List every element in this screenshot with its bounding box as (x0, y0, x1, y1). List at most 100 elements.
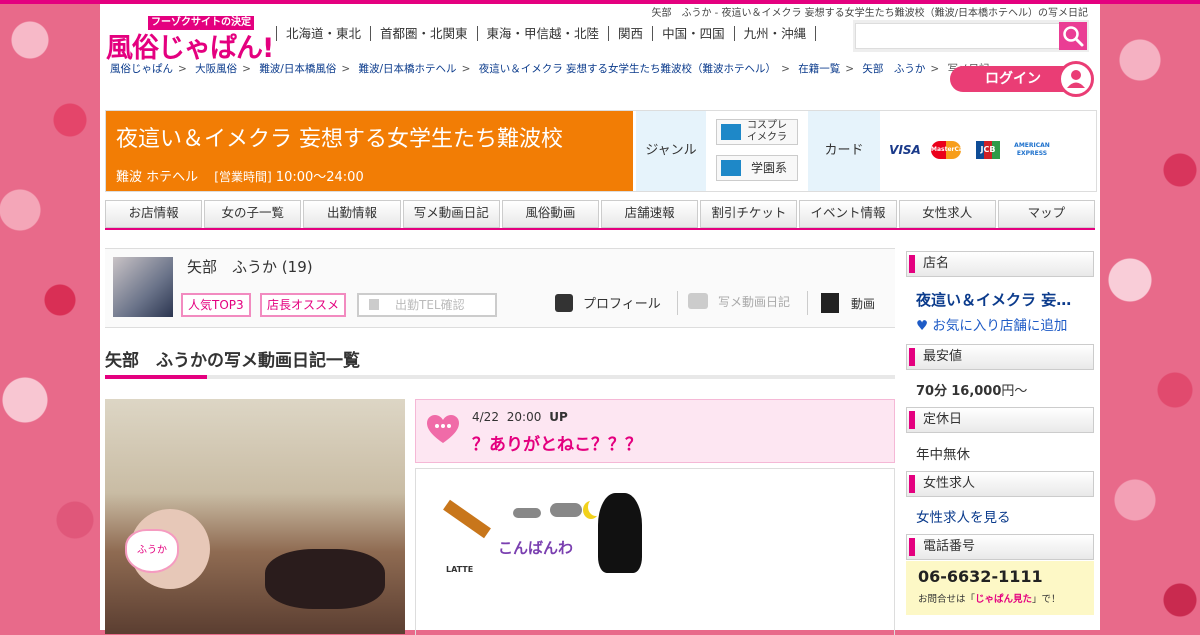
badge-manager-pick: 店長オススメ (260, 293, 347, 317)
shop-meta: 難波 ホテヘル [営業時間] 10:00～24:00 (116, 166, 364, 185)
search-icon (1063, 26, 1084, 47)
logo-text: 風俗じゃぱん! (106, 33, 274, 64)
sidebar-heading-recruit: 女性求人 (906, 471, 1094, 497)
badge-top3: 人気TOP3 (181, 293, 251, 317)
photo-dark-area (265, 549, 385, 609)
card-heading: カード (808, 111, 880, 191)
search-box (853, 20, 1089, 52)
calendar-icon (369, 299, 379, 310)
girl-name: 矢部 ふうか (187, 258, 278, 276)
section-title-underline (105, 375, 895, 379)
diary-date: 4/22 (472, 410, 499, 424)
broom-icon (443, 499, 491, 539)
cloud-icon (550, 503, 582, 517)
jcb-logo: JCB (976, 141, 1000, 159)
tab-news[interactable]: 店舗速報 (601, 200, 699, 228)
diary-time: 20:00 (506, 410, 542, 424)
recruit-link[interactable]: 女性求人を見る (916, 506, 1011, 526)
camera-icon (688, 293, 708, 309)
genre-cosplay[interactable]: コスプレ イメクラ (716, 119, 798, 145)
tab-videos[interactable]: 風俗動画 (501, 200, 600, 228)
tab-recruit[interactable]: 女性求人 (898, 200, 996, 228)
breadcrumb: 風俗じゃぱん > 大阪風俗 > 難波/日本橋風俗 > 難波/日本橋ホテヘル > 夜這い＆… (110, 61, 990, 76)
region-link-kyushu[interactable]: 九州・沖縄 (733, 26, 817, 41)
tab-schedule[interactable]: 出勤情報 (303, 200, 401, 228)
tel-box: 06-6632-1111 お問合せは「じゃぱん見た」で！ (906, 561, 1094, 615)
heart-chat-icon (427, 415, 459, 443)
tab-diary[interactable]: 写メ動画日記 (402, 200, 500, 228)
region-nav: 北海道・東北 首都圏・北関東 東海・甲信越・北陸 関西 中国・四国 九州・沖縄 (276, 26, 817, 41)
girl-avatar[interactable] (113, 257, 173, 317)
black-cat-icon (598, 493, 642, 573)
region-link-chugoku[interactable]: 中国・四国 (652, 26, 734, 41)
shop-header: 夜這い＆イメクラ 妄想する女学生たち難波校 難波 ホテヘル [営業時間] 10:… (106, 111, 633, 191)
film-icon (821, 293, 839, 313)
tel-note: お問合せは「じゃぱん見た」で！ (918, 594, 1061, 605)
shop-name: 夜這い＆イメクラ 妄想する女学生たち難波校 (116, 127, 563, 152)
search-input[interactable] (855, 23, 1067, 49)
sidebar-heading-tel: 電話番号 (906, 534, 1094, 560)
region-link-kansai[interactable]: 関西 (608, 26, 652, 41)
region-link-hokkaido[interactable]: 北海道・東北 (276, 26, 370, 41)
breadcrumb-item[interactable]: 風俗じゃぱん (110, 63, 173, 75)
breadcrumb-item[interactable]: 在籍一覧 (798, 63, 840, 75)
cloud-icon (513, 508, 541, 518)
breadcrumb-item[interactable]: 矢部 ふうか (862, 63, 925, 75)
girl-age: (19) (281, 258, 313, 276)
diary-link[interactable]: 写メ動画日記 (688, 293, 790, 310)
tab-events[interactable]: イベント情報 (799, 200, 897, 228)
sidebar-heading-price: 最安値 (906, 344, 1094, 370)
tab-shop-info[interactable]: お店情報 (105, 200, 203, 228)
sticker-signature: LATTE (446, 565, 474, 574)
breadcrumb-item[interactable]: 難波/日本橋ホテヘル (359, 63, 457, 75)
breadcrumb-item[interactable]: 大阪風俗 (195, 63, 237, 75)
sidebar-holiday: 年中無休 (916, 447, 970, 463)
diary-header: 4/22 20:00 UP ？ありがとねこ？？？ (415, 399, 895, 463)
breadcrumb-item[interactable]: 難波/日本橋風俗 (259, 63, 336, 75)
genre-heading: ジャンル (636, 111, 706, 191)
search-button[interactable] (1059, 22, 1087, 50)
add-favorite-link[interactable]: ♥ お気に入り店舗に追加 (916, 314, 1067, 334)
login-button[interactable]: ログイン (950, 61, 1094, 97)
sidebar-shop-name[interactable]: 夜這い＆イメクラ 妄… (916, 289, 1071, 310)
diary-up-label: UP (549, 410, 568, 424)
diary-photo[interactable]: ふうか (105, 399, 405, 634)
tel-check-button[interactable]: 出勤TEL確認 (357, 293, 497, 317)
sticker-text: こんばんわ (498, 539, 574, 557)
sidebar-heading-shop: 店名 (906, 251, 1094, 277)
tel-number[interactable]: 06-6632-1111 (918, 567, 1043, 586)
shop-tabs: お店情報 女の子一覧 出勤情報 写メ動画日記 風俗動画 店舗速報 割引チケット … (105, 200, 1096, 230)
visa-logo: VISA (889, 143, 921, 157)
photo-stamp: ふうか (125, 529, 179, 573)
shop-hours: 10:00～24:00 (275, 170, 364, 185)
tab-girls[interactable]: 女の子一覧 (204, 200, 302, 228)
price-value: 16,000 (951, 384, 1002, 399)
girl-name-line: 矢部 ふうか (19) (187, 256, 313, 277)
profile-link[interactable]: プロフィール (555, 293, 661, 312)
tab-coupons[interactable]: 割引チケット (700, 200, 798, 228)
diary-title[interactable]: ？ありがとねこ？？？ (472, 430, 642, 455)
breadcrumb-item[interactable]: 夜這い＆イメクラ 妄想する女学生たち難波校（難波ホテヘル） (479, 63, 776, 75)
region-link-kanto[interactable]: 首都圏・北関東 (370, 26, 477, 41)
girl-profile-bar: 矢部 ふうか (19) 人気TOP3 店長オススメ 出勤TEL確認 プロフィール… (105, 248, 895, 328)
page-title-line: 矢部 ふうか - 夜這い＆イメクラ 妄想する女学生たち難波校（難波/日本橋ホテヘ… (651, 8, 1088, 19)
sidebar-heading-holiday: 定休日 (906, 407, 1094, 433)
genre-school[interactable]: 学園系 (716, 155, 798, 181)
cosplay-icon (721, 124, 741, 140)
mastercard-logo: MasterCard (931, 141, 970, 159)
shop-info-box: 夜這い＆イメクラ 妄想する女学生たち難波校 難波 ホテヘル [営業時間] 10:… (105, 110, 1097, 192)
site-logo[interactable]: フーゾクサイトの決定版 風俗じゃぱん! (106, 16, 274, 64)
price-unit: 円～ (1001, 384, 1028, 399)
region-link-tokai[interactable]: 東海・甲信越・北陸 (476, 26, 609, 41)
page-container: 矢部 ふうか - 夜這い＆イメクラ 妄想する女学生たち難波校（難波/日本橋ホテヘ… (100, 4, 1100, 635)
hours-label: [営業時間] (214, 170, 272, 184)
diary-body: こんばんわ LATTE (415, 468, 895, 635)
price-duration: 70分 (916, 384, 948, 399)
section-title: 矢部 ふうかの写メ動画日記一覧 (105, 351, 360, 371)
school-icon (721, 160, 741, 176)
profile-icon (555, 294, 573, 312)
video-link[interactable]: 動画 (821, 293, 875, 313)
shop-area-type: 難波 ホテヘル (116, 170, 199, 185)
tab-map[interactable]: マップ (997, 200, 1096, 228)
user-icon (1058, 61, 1094, 97)
